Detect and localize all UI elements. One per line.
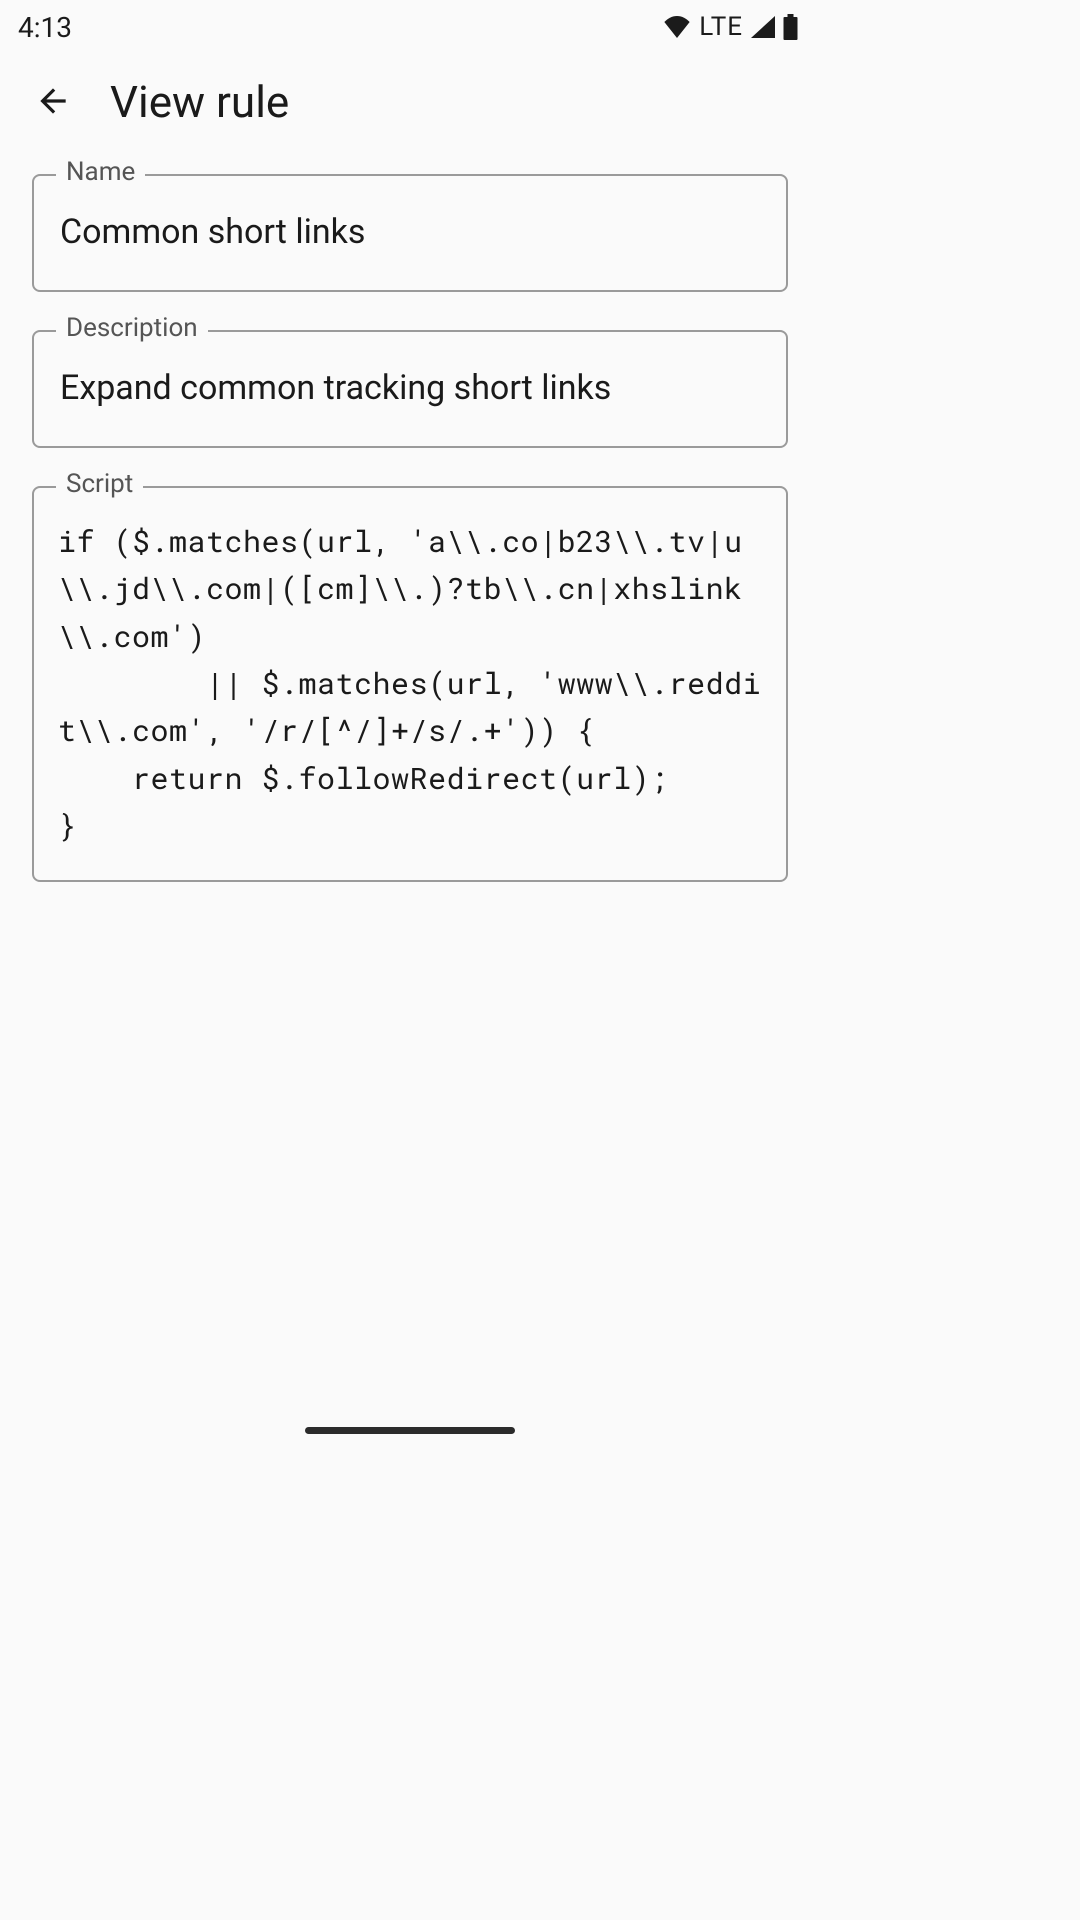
description-field-wrap: Description Expand common tracking short…: [32, 330, 788, 448]
gesture-bar[interactable]: [305, 1427, 515, 1434]
status-time: 4:13: [18, 11, 72, 44]
script-field-wrap: Script if ($.matches(url, 'a\\.co|b23\\.…: [32, 486, 788, 882]
back-button[interactable]: [30, 78, 76, 127]
wifi-icon: [663, 16, 691, 38]
script-field[interactable]: if ($.matches(url, 'a\\.co|b23\\.tv|u\\.…: [32, 486, 788, 882]
arrow-back-icon: [34, 82, 72, 123]
signal-icon: [751, 16, 775, 38]
name-field[interactable]: Common short links: [32, 174, 788, 292]
description-field[interactable]: Expand common tracking short links: [32, 330, 788, 448]
app-bar: View rule: [0, 54, 820, 156]
status-bar: 4:13 LTE: [0, 0, 820, 54]
network-label: LTE: [699, 12, 743, 42]
status-indicators: LTE: [663, 12, 798, 42]
page-title: View rule: [110, 76, 289, 128]
battery-icon: [783, 14, 798, 40]
description-label: Description: [56, 313, 208, 343]
content: Name Common short links Description Expa…: [0, 156, 820, 882]
script-label: Script: [56, 469, 143, 499]
name-field-wrap: Name Common short links: [32, 174, 788, 292]
name-label: Name: [56, 157, 145, 187]
